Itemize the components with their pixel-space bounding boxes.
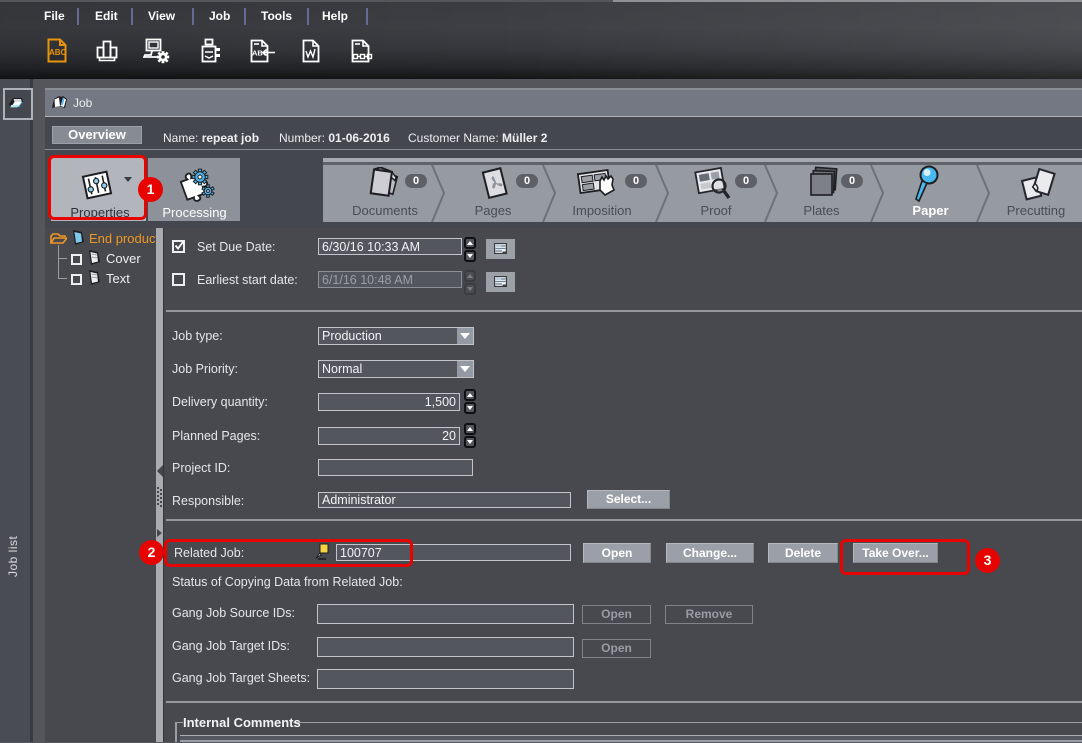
svg-text:ABC: ABC: [49, 48, 67, 57]
